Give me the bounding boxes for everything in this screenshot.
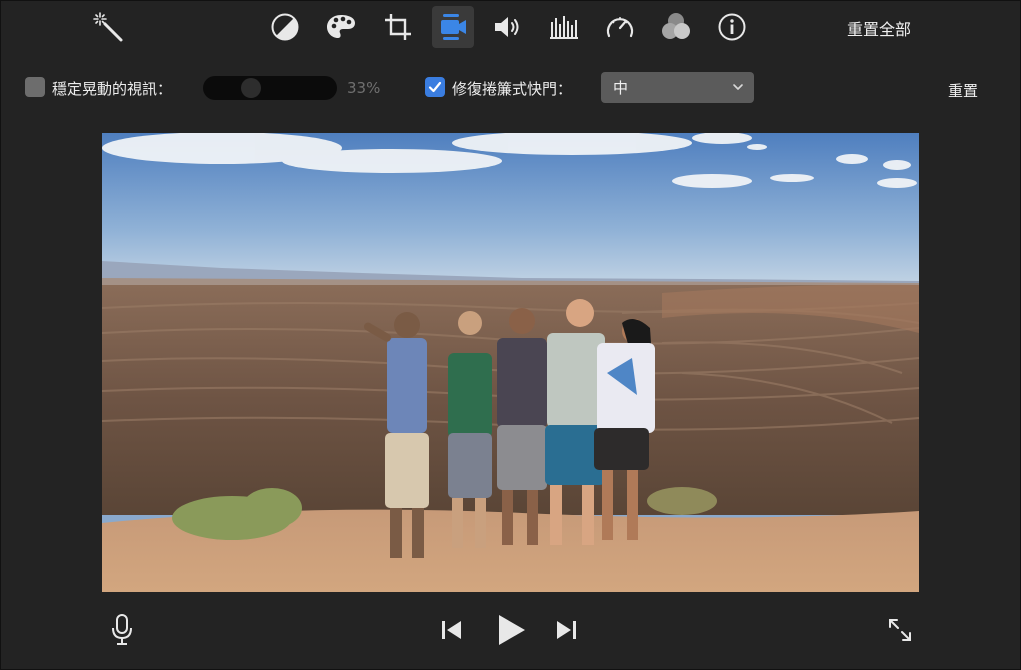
- noise-equalizer-button[interactable]: [543, 6, 585, 48]
- rolling-shutter-checkbox[interactable]: [425, 77, 445, 97]
- checkmark-icon: [428, 81, 442, 93]
- reset-button[interactable]: 重置: [948, 80, 978, 101]
- speed-button[interactable]: [599, 6, 641, 48]
- color-balance-icon: [271, 13, 299, 41]
- color-correction-button[interactable]: [320, 6, 362, 48]
- crop-icon: [385, 14, 411, 40]
- stabilize-checkbox[interactable]: [25, 77, 45, 97]
- rolling-shutter-value: 中: [613, 79, 629, 97]
- equalizer-icon: [550, 16, 578, 39]
- play-icon: [499, 615, 525, 645]
- adjustments-toolbar: 重置全部: [0, 0, 1021, 56]
- rolling-shutter-label: 修復捲簾式快門：: [452, 80, 573, 98]
- microphone-icon: [112, 614, 132, 645]
- fullscreen-button[interactable]: [884, 614, 916, 646]
- rolling-shutter-select[interactable]: 中: [601, 72, 754, 103]
- speedometer-icon: [606, 17, 634, 38]
- slider-knob[interactable]: [241, 78, 262, 98]
- reset-all-button[interactable]: 重置全部: [847, 16, 911, 40]
- volume-button[interactable]: [487, 6, 529, 48]
- magic-wand-icon: [93, 12, 123, 42]
- stabilize-amount-value: 33%: [347, 79, 381, 97]
- crop-button[interactable]: [377, 6, 419, 48]
- skip-back-button[interactable]: [437, 616, 465, 644]
- palette-icon: [327, 15, 355, 38]
- stabilize-amount-slider[interactable]: [203, 76, 337, 100]
- chevron-down-icon: [733, 84, 743, 90]
- video-camera-icon: [441, 14, 466, 40]
- filter-circles-icon: [662, 13, 690, 39]
- video-frame-image: [102, 133, 919, 592]
- magic-wand-button[interactable]: [87, 6, 129, 48]
- skip-forward-button[interactable]: [553, 616, 581, 644]
- skip-forward-icon: [557, 621, 576, 639]
- color-balance-button[interactable]: [264, 6, 306, 48]
- clip-filter-button[interactable]: [655, 6, 697, 48]
- skip-back-icon: [442, 621, 461, 639]
- expand-icon: [889, 619, 911, 641]
- play-button[interactable]: [492, 611, 530, 649]
- video-viewer[interactable]: [102, 133, 919, 592]
- info-icon: [718, 13, 746, 41]
- clip-info-button[interactable]: [711, 6, 753, 48]
- stabilization-button[interactable]: [432, 6, 474, 48]
- speaker-icon: [495, 17, 519, 37]
- stabilize-label: 穩定晃動的視訊：: [52, 80, 173, 98]
- voiceover-button[interactable]: [106, 612, 138, 648]
